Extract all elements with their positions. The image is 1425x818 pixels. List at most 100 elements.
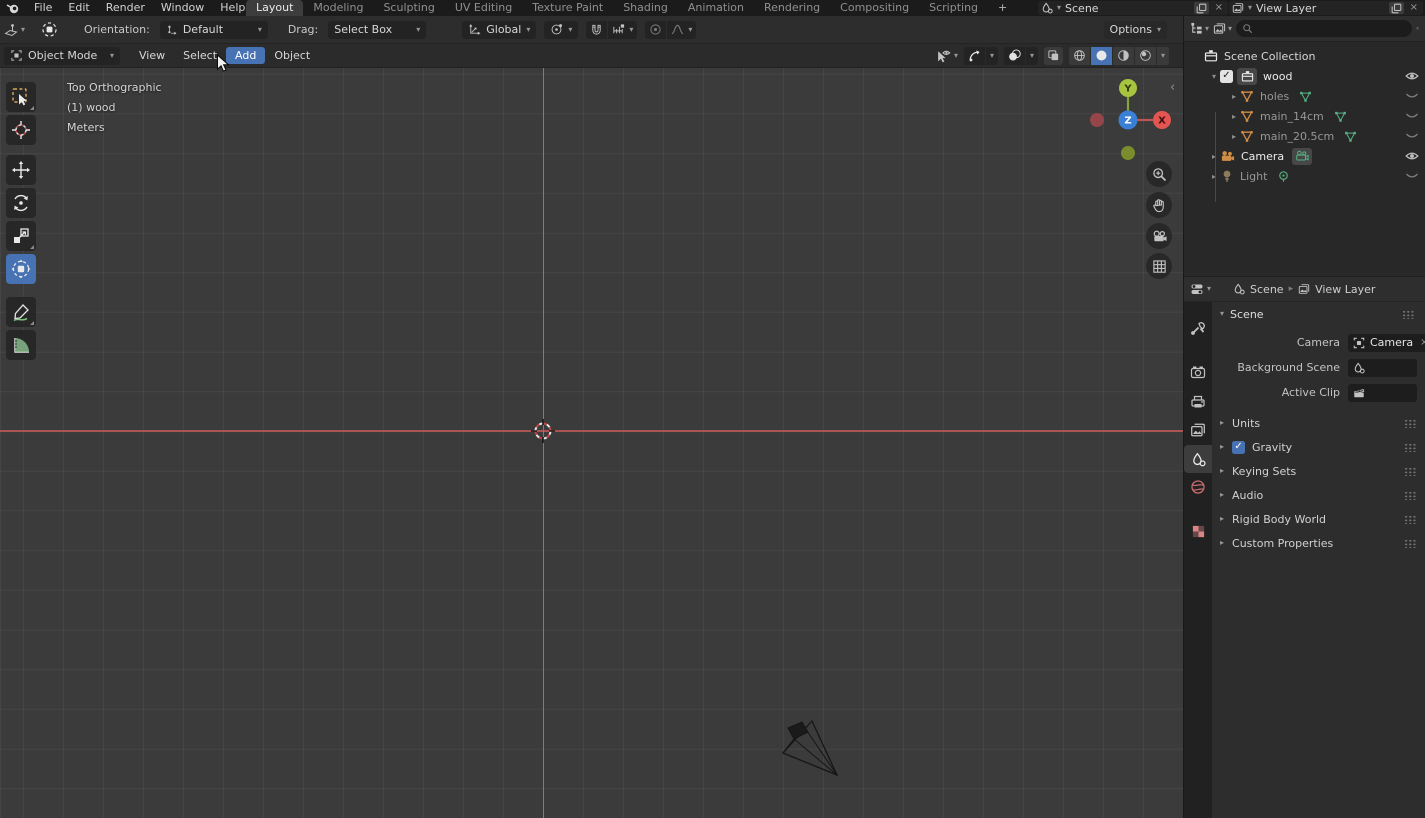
navigation-gizmo[interactable]: Y Z X xyxy=(1083,72,1183,167)
gizmo-negative-x[interactable] xyxy=(1090,113,1104,127)
drag-handle-icon[interactable] xyxy=(1404,442,1417,452)
active-clip-field[interactable] xyxy=(1348,383,1417,402)
gravity-checkbox[interactable]: ✓ xyxy=(1232,440,1246,454)
snap-toggle[interactable] xyxy=(586,20,608,39)
new-scene-button[interactable] xyxy=(1193,2,1209,14)
workspace-tab-compositing[interactable]: Compositing xyxy=(830,0,919,16)
properties-editor-type-dropdown[interactable]: ▾ xyxy=(1190,282,1211,296)
tool-measure[interactable] xyxy=(6,330,36,360)
options-dropdown[interactable]: Options ▾ xyxy=(1103,20,1167,39)
section-rigid-body-world[interactable]: ▸ Rigid Body World xyxy=(1212,507,1425,531)
eye-closed-icon[interactable] xyxy=(1405,89,1419,103)
new-view-layer-button[interactable] xyxy=(1388,2,1404,14)
workspace-tab-shading[interactable]: Shading xyxy=(613,0,678,16)
workspace-tab-scripting[interactable]: Scripting xyxy=(919,0,988,16)
tab-tool[interactable] xyxy=(1184,314,1212,342)
expand-icon[interactable]: ▾ xyxy=(1208,72,1220,81)
perspective-toggle-button[interactable] xyxy=(1146,253,1172,279)
outliner-row-wood[interactable]: ▾ ✓ wood xyxy=(1184,66,1425,86)
eye-closed-icon[interactable] xyxy=(1405,129,1419,143)
shading-dropdown[interactable]: ▾ xyxy=(1156,46,1169,65)
outliner-row-main-20-5cm[interactable]: ▸ main_20.5cm xyxy=(1184,126,1425,146)
expand-icon[interactable]: ▸ xyxy=(1208,152,1220,161)
transform-orientation-dropdown[interactable]: Global ▾ xyxy=(462,20,537,39)
shading-wireframe-button[interactable] xyxy=(1068,46,1090,65)
outliner-display-mode-dropdown[interactable]: ▾ xyxy=(1213,22,1232,35)
menu-window[interactable]: Window xyxy=(153,0,212,16)
tab-texture[interactable] xyxy=(1184,517,1212,545)
shading-material-button[interactable] xyxy=(1112,46,1134,65)
show-overlays-toggle[interactable] xyxy=(1003,46,1025,65)
gizmo-dropdown[interactable]: ▾ xyxy=(985,46,998,65)
show-gizmo-toggle[interactable] xyxy=(963,46,985,65)
proportional-falloff-dropdown[interactable]: ▾ xyxy=(667,20,697,39)
zoom-button[interactable] xyxy=(1146,161,1172,187)
drag-handle-icon[interactable] xyxy=(1402,309,1415,319)
gizmo-negative-y[interactable] xyxy=(1121,146,1135,160)
outliner-row-light[interactable]: ▸ Light xyxy=(1184,166,1425,186)
search-input[interactable] xyxy=(1257,21,1407,36)
editor-type-dropdown[interactable]: ▾ xyxy=(4,23,25,37)
eye-closed-icon[interactable] xyxy=(1405,109,1419,123)
menu-object[interactable]: Object xyxy=(265,47,319,64)
viewport-canvas[interactable]: Top Orthographic (1) wood Meters Y Z X ‹ xyxy=(0,68,1183,818)
drag-handle-icon[interactable] xyxy=(1404,418,1417,428)
camera-field[interactable]: Camera × xyxy=(1348,333,1425,352)
tool-cursor[interactable] xyxy=(6,115,36,145)
workspace-tab-uv-editing[interactable]: UV Editing xyxy=(445,0,522,16)
menu-view[interactable]: View xyxy=(130,47,174,64)
section-gravity[interactable]: ▸ ✓ Gravity xyxy=(1212,435,1425,459)
eye-open-icon[interactable] xyxy=(1405,69,1419,83)
pivot-point-dropdown[interactable]: ▾ xyxy=(544,20,579,39)
section-keying-sets[interactable]: ▸ Keying Sets xyxy=(1212,459,1425,483)
eye-open-icon[interactable] xyxy=(1405,149,1419,163)
workspace-tab-rendering[interactable]: Rendering xyxy=(754,0,830,16)
workspace-tab-sculpting[interactable]: Sculpting xyxy=(373,0,444,16)
section-audio[interactable]: ▸ Audio xyxy=(1212,483,1425,507)
drag-handle-icon[interactable] xyxy=(1404,490,1417,500)
tool-transform[interactable] xyxy=(6,254,36,284)
pan-button[interactable] xyxy=(1146,192,1172,218)
xray-toggle[interactable] xyxy=(1043,46,1063,65)
camera-object-wireframe[interactable] xyxy=(772,708,852,783)
tool-annotate[interactable] xyxy=(6,297,36,327)
add-workspace-button[interactable]: + xyxy=(988,0,1017,16)
unlink-scene-icon[interactable]: × xyxy=(1213,3,1225,13)
menu-file[interactable]: File xyxy=(26,0,60,16)
menu-edit[interactable]: Edit xyxy=(60,0,97,16)
workspace-tab-modeling[interactable]: Modeling xyxy=(303,0,373,16)
clear-camera-icon[interactable]: × xyxy=(1418,337,1425,348)
breadcrumb-scene[interactable]: Scene xyxy=(1250,283,1284,296)
eye-closed-icon[interactable] xyxy=(1405,169,1419,183)
background-scene-field[interactable] xyxy=(1348,358,1417,377)
workspace-tab-animation[interactable]: Animation xyxy=(678,0,754,16)
remove-view-layer-icon[interactable]: × xyxy=(1408,3,1420,13)
sidebar-collapse-arrow[interactable]: ‹ xyxy=(1170,80,1175,95)
tab-view-layer[interactable] xyxy=(1184,416,1212,444)
section-units[interactable]: ▸ Units xyxy=(1212,411,1425,435)
tool-move[interactable] xyxy=(6,155,36,185)
expand-icon[interactable]: ▸ xyxy=(1228,112,1240,121)
outliner-row-holes[interactable]: ▸ holes xyxy=(1184,86,1425,106)
workspace-tab-texture-paint[interactable]: Texture Paint xyxy=(522,0,613,16)
shading-rendered-button[interactable] xyxy=(1134,46,1156,65)
blender-logo-icon[interactable] xyxy=(0,1,26,15)
outliner-filter-dropdown[interactable]: ▾ xyxy=(1190,22,1209,35)
camera-view-button[interactable] xyxy=(1146,223,1172,249)
proportional-edit-toggle[interactable] xyxy=(645,20,667,39)
tool-rotate[interactable] xyxy=(6,188,36,218)
section-custom-properties[interactable]: ▸ Custom Properties xyxy=(1212,531,1425,555)
snap-with-dropdown[interactable]: ▾ xyxy=(608,20,638,39)
tab-output[interactable] xyxy=(1184,388,1212,416)
tab-world[interactable] xyxy=(1184,473,1212,501)
filter-funnel-icon[interactable] xyxy=(1416,22,1419,35)
tool-scale[interactable] xyxy=(6,221,36,251)
overlays-dropdown[interactable]: ▾ xyxy=(1025,46,1038,65)
shading-solid-button[interactable] xyxy=(1090,46,1112,65)
mode-dropdown[interactable]: Object Mode ▾ xyxy=(4,46,120,65)
tab-render[interactable] xyxy=(1184,358,1212,386)
outliner-row-main-14cm[interactable]: ▸ main_14cm xyxy=(1184,106,1425,126)
drag-handle-icon[interactable] xyxy=(1404,466,1417,476)
breadcrumb-view-layer[interactable]: View Layer xyxy=(1315,283,1375,296)
scene-selector[interactable]: ▾ Scene × xyxy=(1038,1,1228,15)
